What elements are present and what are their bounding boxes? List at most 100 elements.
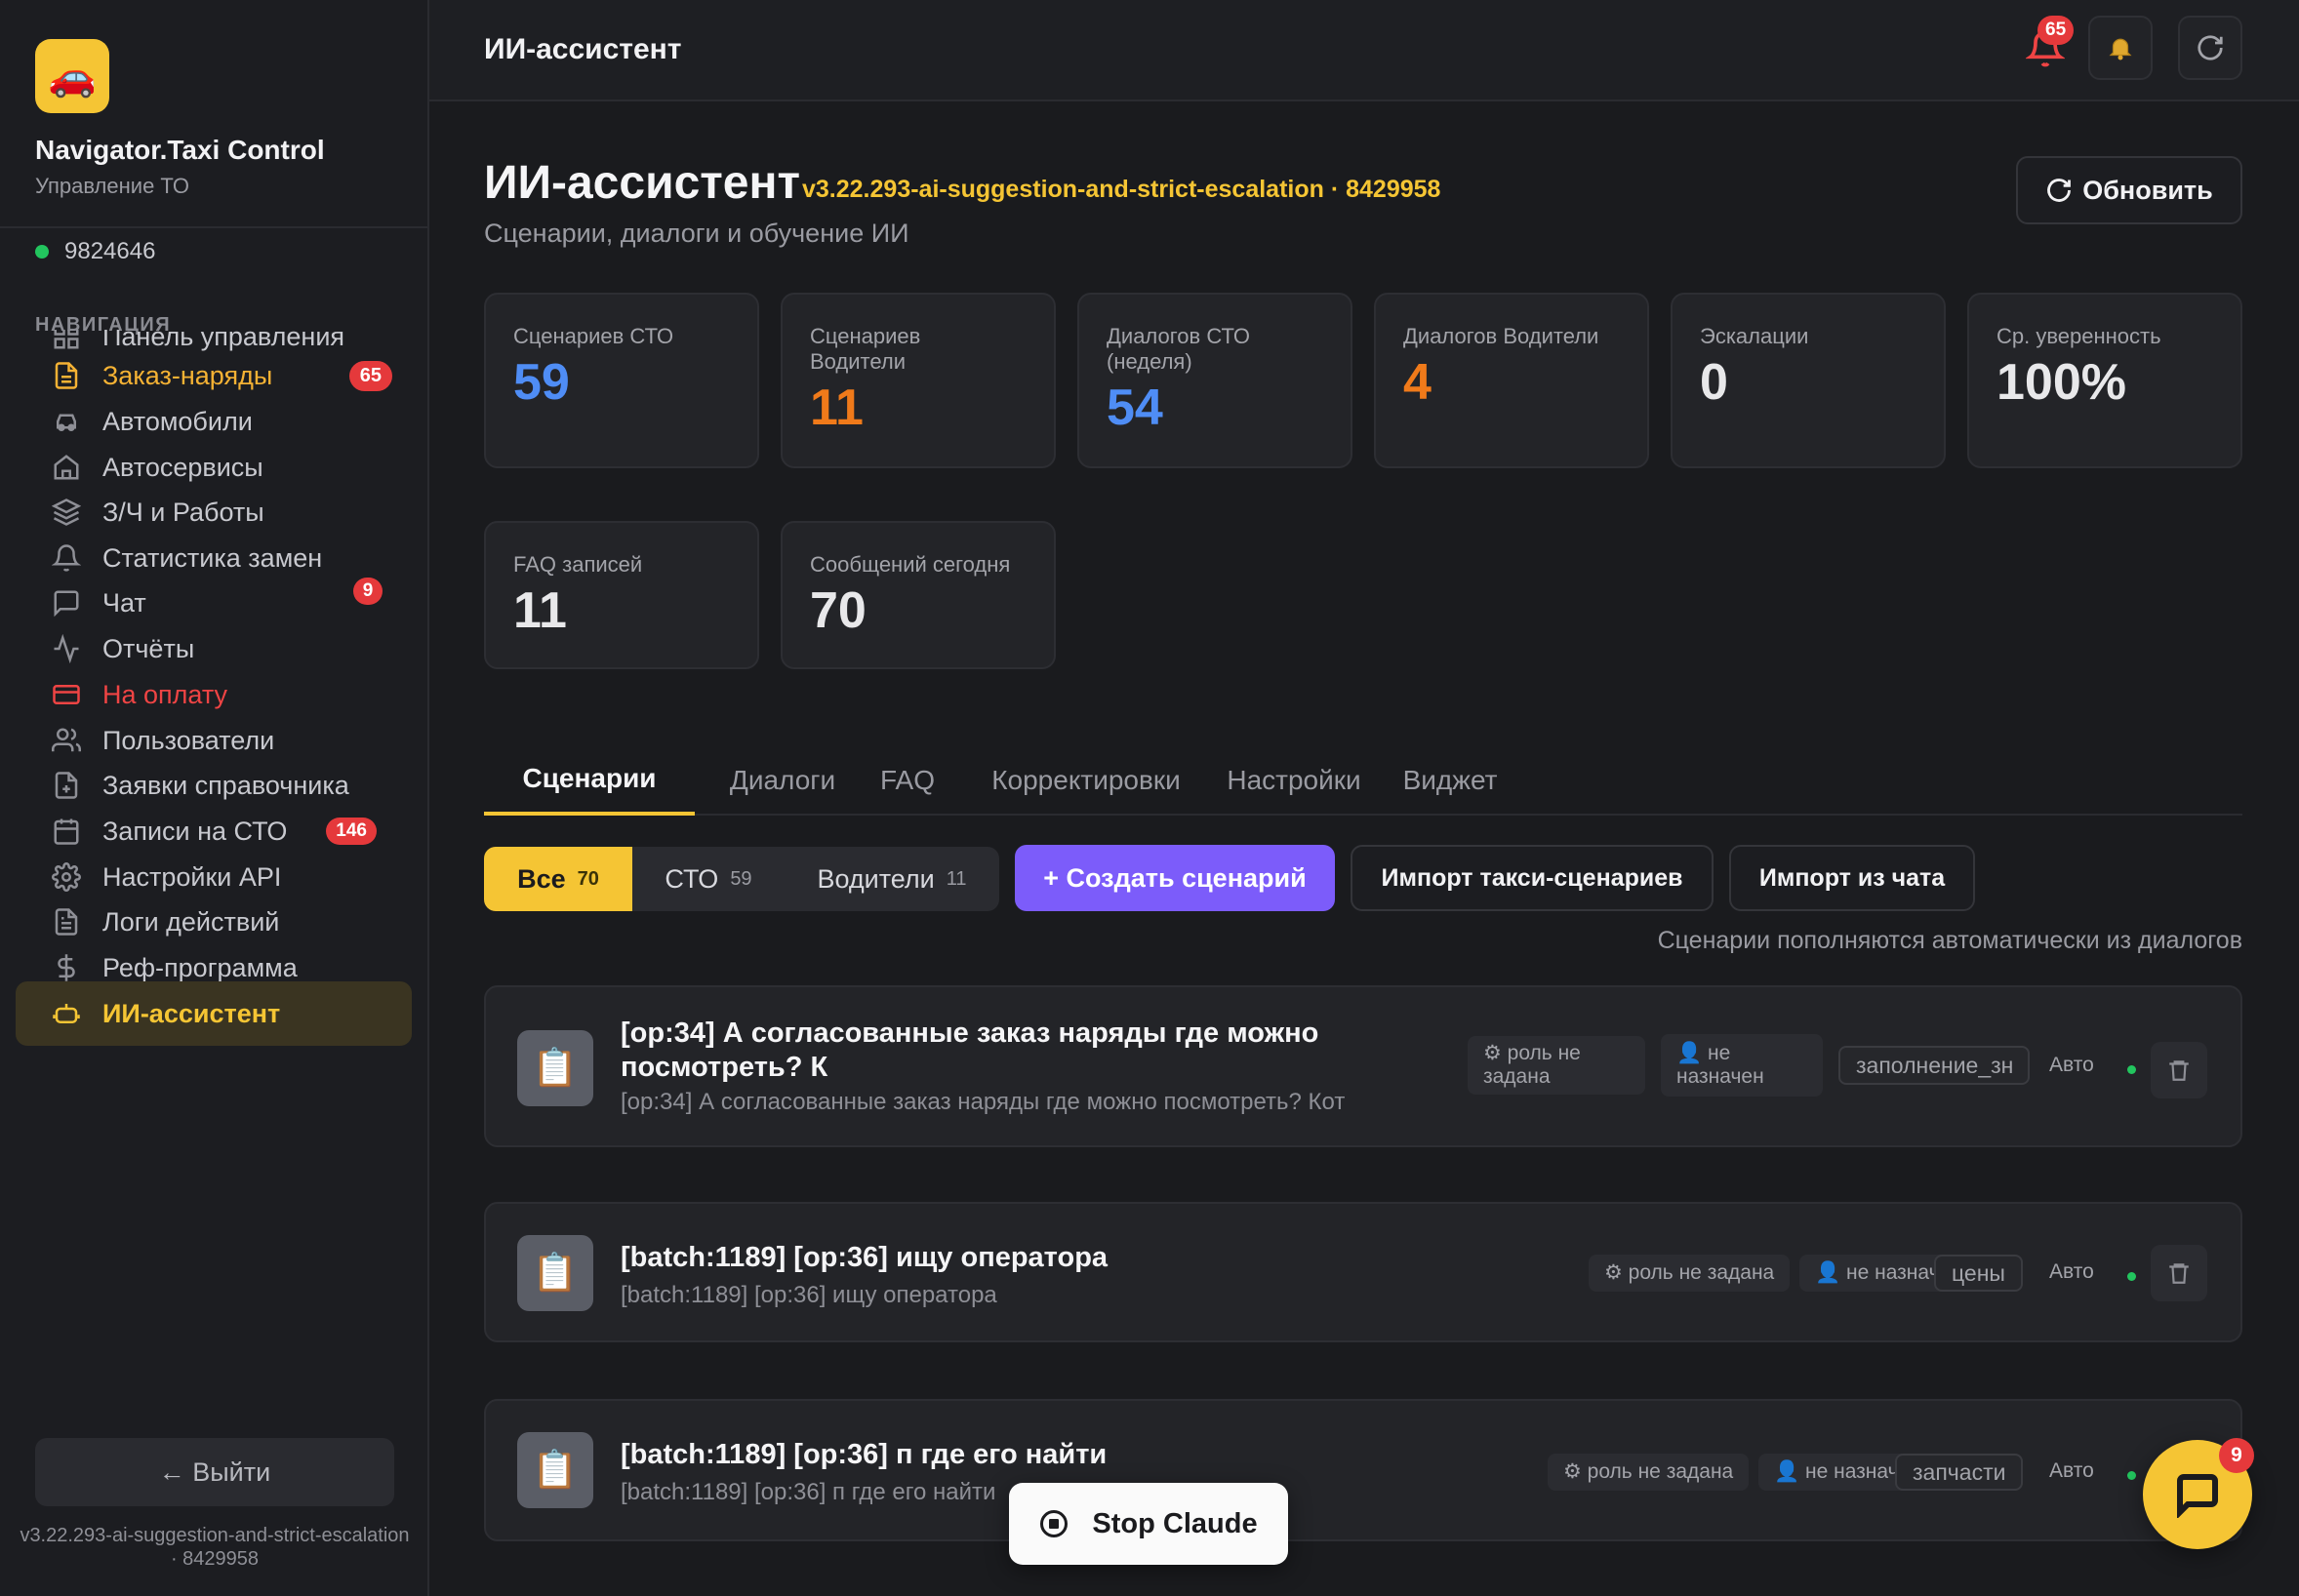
stat-value: 100% [1996, 354, 2126, 411]
stat-value: 70 [810, 582, 867, 639]
brand-logo: 🚗 [35, 39, 109, 113]
tab-bar: Сценарии Диалоги FAQ Корректировки Настр… [484, 745, 2242, 816]
topbar-title: ИИ-ассистент [484, 33, 682, 65]
scenario-card[interactable]: 📋 [batch:1189] [op:36] ищу оператора [ba… [484, 1202, 2242, 1342]
sidebar-item-label: На оплату [102, 679, 227, 709]
brand-subtitle: Управление ТО [35, 174, 189, 198]
filter-count: 11 [946, 867, 967, 890]
sidebar-item-label: Отчёты [102, 633, 195, 663]
gear-icon [51, 861, 82, 893]
page-version: v3.22.293-ai-suggestion-and-strict-escal… [802, 176, 1441, 203]
topic-tag: цены [1934, 1255, 2023, 1292]
sidebar-item-ai-assistant[interactable]: ИИ-ассистент [16, 981, 412, 1046]
stat-label: Ср. уверенность [1996, 324, 2161, 348]
role-chip: ⚙ роль не задана [1548, 1454, 1750, 1491]
scenario-card[interactable]: 📋 [op:34] А согласованные заказ наряды г… [484, 985, 2242, 1147]
sidebar-item-label: Реф-программа [102, 952, 298, 982]
sidebar-item-label: Логи действий [102, 906, 280, 937]
page-subtitle: Сценарии, диалоги и обучение ИИ [484, 219, 909, 248]
audience-filter: Все 70 СТО 59 Водители 11 [484, 847, 999, 911]
source-label: Авто [2049, 1054, 2094, 1076]
tab-dialogs[interactable]: Диалоги [714, 745, 851, 816]
stat-card-sto-scenarios: Сценариев СТО 59 [484, 293, 759, 468]
tab-corrections[interactable]: Корректировки [976, 745, 1196, 816]
stat-value: 0 [1700, 354, 1728, 411]
sidebar-item-label: Заявки справочника [102, 770, 349, 800]
page-title: ИИ-ассистент [484, 157, 800, 209]
logout-button[interactable]: ← Выйти [35, 1438, 394, 1506]
orders-count-badge: 65 [348, 360, 392, 391]
reload-button[interactable] [2178, 16, 2242, 80]
car-logo-icon: 🚗 [35, 39, 109, 113]
brand-name: Navigator.Taxi Control [35, 135, 325, 165]
scenario-description: [op:34] А согласованные заказ наряды где… [621, 1089, 1346, 1115]
import-taxi-button[interactable]: Импорт такси-сценариев [1351, 845, 1714, 911]
user-id: 9824646 [64, 238, 156, 264]
bookings-count-badge: 146 [326, 818, 377, 845]
sidebar-item-label: Статистика замен [102, 542, 323, 573]
stat-value: 11 [513, 582, 567, 639]
topic-tag: запчасти [1895, 1454, 2024, 1491]
trash-icon [2169, 1263, 2189, 1284]
sidebar-item-label: Чат [102, 587, 146, 618]
tab-scenarios[interactable]: Сценарии [484, 745, 695, 816]
tab-settings[interactable]: Настройки [1216, 745, 1372, 816]
scenario-title: [batch:1189] [op:36] ищу оператора [621, 1242, 1109, 1273]
scenario-card[interactable]: 📋 [batch:1189] [op:36] п где его найти [… [484, 1399, 2242, 1541]
delete-button[interactable] [2151, 1042, 2207, 1098]
tab-faq[interactable]: FAQ [859, 745, 956, 816]
stop-claude-button[interactable]: Stop Claude [1009, 1483, 1288, 1565]
source-label: Авто [2049, 1459, 2094, 1482]
bot-icon [51, 998, 82, 1029]
stat-card-escalations: Эскалации 0 [1671, 293, 1946, 468]
refresh-label: Обновить [2082, 175, 2213, 205]
stat-card-faq: FAQ записей 11 [484, 521, 759, 669]
filter-label: СТО [665, 863, 719, 894]
chat-bubble-icon [2177, 1474, 2218, 1518]
stat-label: Диалогов Водители [1403, 324, 1599, 348]
scenario-title: [op:34] А согласованные заказ наряды где… [621, 1017, 1319, 1083]
filter-all[interactable]: Все 70 [484, 847, 632, 911]
credit-card-icon [51, 679, 82, 710]
filter-drivers[interactable]: Водители 11 [785, 847, 999, 911]
nav-list: Панель управления Заказ-наряды 65 Автомо… [0, 330, 429, 1413]
users-icon [51, 725, 82, 756]
active-dot-icon [2127, 1471, 2136, 1480]
refresh-button[interactable]: Обновить [2016, 156, 2242, 224]
sidebar-item-label: ИИ-ассистент [102, 998, 281, 1028]
app-version: v3.22.293-ai-suggestion-and-strict-escal… [20, 1525, 410, 1570]
refresh-icon [2198, 35, 2223, 60]
assignee-chip: 👤 не назначен [1661, 1034, 1823, 1097]
refresh-icon [2047, 179, 2072, 202]
filter-count: 59 [730, 867, 752, 890]
tab-widget[interactable]: Виджет [1392, 745, 1509, 816]
stat-label: Эскалации [1700, 324, 1809, 348]
sidebar-item-label: Заказ-наряды [102, 360, 273, 390]
delete-button[interactable] [2151, 1245, 2207, 1301]
sidebar-item-label: Записи на СТО [102, 816, 288, 846]
create-scenario-button[interactable]: + Создать сценарий [1015, 845, 1335, 911]
stat-label: FAQ записей [513, 552, 643, 577]
stat-card-avg-confidence: Ср. уверенность 100% [1967, 293, 2242, 468]
auto-fill-hint: Сценарии пополняются автоматически из ди… [1657, 927, 2242, 954]
filter-label: Все [517, 863, 566, 894]
sidebar-item-label: Пользователи [102, 725, 275, 755]
bell-icon [51, 542, 82, 574]
stat-card-driver-dialogs: Диалогов Водители 4 [1374, 293, 1649, 468]
file-text-icon [51, 906, 82, 938]
sound-bell-button[interactable] [2088, 16, 2153, 80]
topic-tag: заполнение_зн [1838, 1046, 2030, 1085]
stat-label: Сценариев Водители [810, 324, 921, 374]
stat-label: Сценариев СТО [513, 324, 674, 348]
role-chip: ⚙ роль не задана [1468, 1036, 1645, 1095]
main-content: ИИ-ассистент v3.22.293-ai-suggestion-and… [429, 101, 2299, 1596]
active-dot-icon [2127, 1065, 2136, 1074]
stat-value: 11 [810, 379, 864, 436]
filter-count: 70 [577, 867, 599, 890]
file-plus-icon [51, 770, 82, 801]
filter-sto[interactable]: СТО 59 [632, 847, 785, 911]
scenario-description: [batch:1189] [op:36] ищу оператора [621, 1282, 997, 1308]
divider [0, 226, 429, 228]
import-chat-button[interactable]: Импорт из чата [1729, 845, 1975, 911]
clipboard-icon: 📋 [517, 1030, 593, 1106]
